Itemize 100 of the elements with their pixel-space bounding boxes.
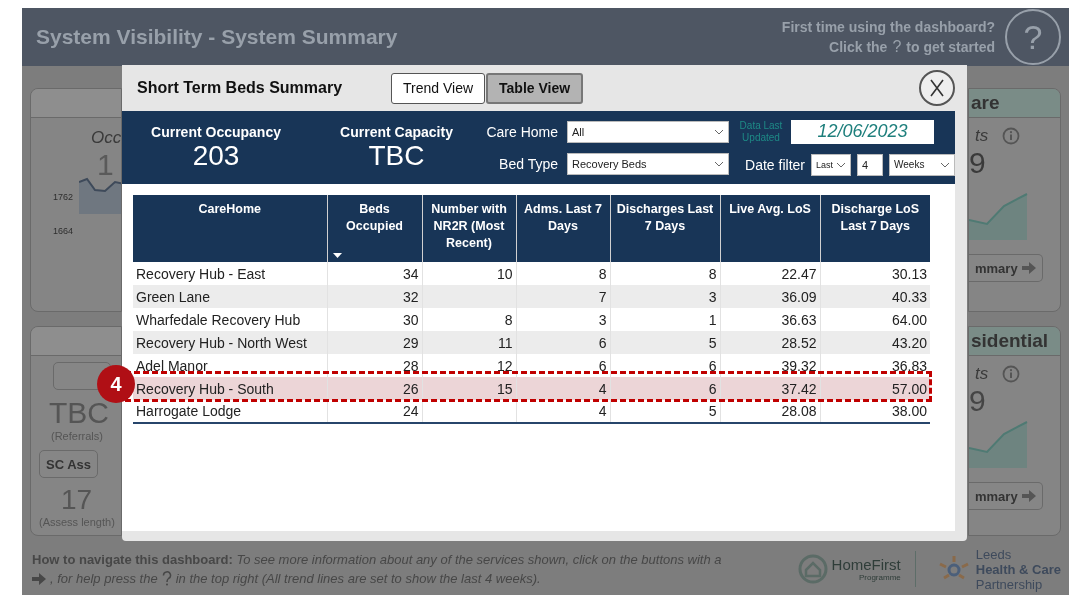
table-cell: 1 — [610, 308, 720, 331]
column-header[interactable]: Live Avg. LoS — [720, 195, 820, 262]
logo-text: Partnership — [975, 576, 1044, 592]
table-cell: 38.00 — [820, 400, 930, 423]
unit-dropdown[interactable]: Weeks — [889, 153, 955, 176]
kpi-label: Current Capacity — [340, 123, 453, 140]
table-cell: 43.20 — [820, 331, 930, 354]
help-prompt: First time using the dashboard? — [781, 18, 995, 35]
kpi-value: TBC — [368, 139, 425, 172]
column-header[interactable]: Number with NR2R (Most Recent) — [422, 195, 516, 262]
table-cell: 7 — [516, 285, 610, 308]
table-cell: 8 — [516, 262, 610, 285]
metric-label: Occ — [91, 128, 121, 148]
data-updated-label: Data Last Updated — [738, 119, 784, 144]
table-cell: 6 — [610, 377, 720, 400]
table-cell: Harrogate Lodge — [133, 400, 327, 423]
table-cell: 64.00 — [820, 308, 930, 331]
metric-label: ts — [975, 126, 989, 146]
dashboard-title: System Visibility - System Summary — [36, 25, 399, 49]
table-cell: 5 — [610, 331, 720, 354]
table-cell: 36.63 — [720, 308, 820, 331]
card-title: are — [969, 89, 1060, 118]
count-field[interactable]: 4 — [857, 153, 883, 176]
table-cell: 22.47 — [720, 262, 820, 285]
table-cell: 6 — [516, 331, 610, 354]
table-cell: Recovery Hub - North West — [133, 331, 327, 354]
table-cell: 29 — [327, 331, 422, 354]
table-cell: 15 — [422, 377, 516, 400]
logo-text: HomeFirst — [831, 556, 901, 573]
help-hint: to get started — [906, 38, 995, 55]
table-cell: 30.13 — [820, 262, 930, 285]
chevron-down-icon — [714, 160, 724, 167]
sort-down-icon — [332, 253, 342, 258]
column-header[interactable]: Discharge LoS Last 7 Days — [820, 195, 930, 262]
filter-label: Care Home — [485, 123, 558, 140]
table-cell: 57.00 — [820, 377, 930, 400]
table-cell: 11 — [422, 331, 516, 354]
view-toggle[interactable]: Table View — [486, 72, 584, 104]
kpi-label: Current Occupancy — [151, 123, 281, 140]
kpi-value: 203 — [192, 139, 240, 172]
card-title: sidential — [969, 327, 1060, 356]
table-cell: 32 — [327, 285, 422, 308]
chevron-down-icon — [836, 161, 846, 168]
arrow-right-icon — [32, 572, 46, 585]
table-cell: 37.42 — [720, 377, 820, 400]
column-header[interactable]: Discharges Last 7 Days — [610, 195, 720, 262]
table-cell: Recovery Hub - East — [133, 262, 327, 285]
table-cell: Green Lane — [133, 285, 327, 308]
table-cell: 10 — [422, 262, 516, 285]
help-hint: ? — [892, 37, 902, 56]
table-cell: 28.08 — [720, 400, 820, 423]
axis-label: 1762 — [53, 192, 75, 202]
table-cell: 8 — [610, 262, 720, 285]
table-cell: 8 — [422, 308, 516, 331]
table-cell: 3 — [610, 285, 720, 308]
filter-dropdown[interactable]: All — [567, 120, 729, 143]
column-header[interactable]: Beds Occupied — [327, 195, 422, 262]
filter-label: Bed Type — [498, 155, 558, 172]
table-cell: Recovery Hub - South — [133, 377, 327, 400]
logo-text: Leeds — [975, 546, 1013, 562]
view-toggle[interactable]: Trend View — [391, 72, 486, 104]
filter-label: Date filter — [744, 156, 805, 173]
arrow-right-icon — [1021, 262, 1036, 274]
column-header[interactable]: CareHome — [133, 195, 327, 262]
axis-label: 1664 — [53, 226, 75, 236]
service-button[interactable]: SC Ass — [39, 450, 99, 478]
column-header[interactable]: Adms. Last 7 Days — [516, 195, 610, 262]
chevron-down-icon — [714, 128, 724, 135]
close-button[interactable] — [919, 70, 955, 106]
table-cell: 36.09 — [720, 285, 820, 308]
table-cell: Wharfedale Recovery Hub — [133, 308, 327, 331]
house-logo-icon — [797, 554, 828, 584]
info-icon — [1002, 127, 1021, 145]
table-cell: 26 — [327, 377, 422, 400]
table-cell: 3 — [516, 308, 610, 331]
chevron-down-icon — [940, 161, 950, 168]
logo-text: Health & Care — [975, 561, 1061, 577]
table-cell: 34 — [327, 262, 422, 285]
date-field[interactable]: 12/06/2023 — [791, 119, 934, 144]
arrow-right-icon — [1021, 490, 1036, 502]
metric-value: 9 — [969, 146, 986, 180]
close-icon — [929, 79, 945, 97]
filter-dropdown[interactable]: Recovery Beds — [567, 152, 729, 175]
table-cell: 4 — [516, 377, 610, 400]
table-cell: 24 — [327, 400, 422, 423]
area-chart — [969, 418, 1029, 468]
metric-value: 9 — [969, 384, 986, 418]
table-cell: 30 — [327, 308, 422, 331]
table-cell: 4 — [516, 400, 610, 423]
table-cell: 40.33 — [820, 285, 930, 308]
dialog-title: Short Term Beds Summary — [137, 79, 344, 97]
info-icon — [1002, 365, 1021, 383]
table-cell: 5 — [610, 400, 720, 423]
period-dropdown[interactable]: Last — [811, 153, 851, 176]
table-cell: 28.52 — [720, 331, 820, 354]
help-hint: Click the — [829, 38, 888, 55]
logo-subtitle: Programme — [858, 573, 901, 582]
metric-label: ts — [975, 364, 989, 384]
area-chart — [969, 190, 1029, 240]
question-icon — [161, 571, 172, 586]
